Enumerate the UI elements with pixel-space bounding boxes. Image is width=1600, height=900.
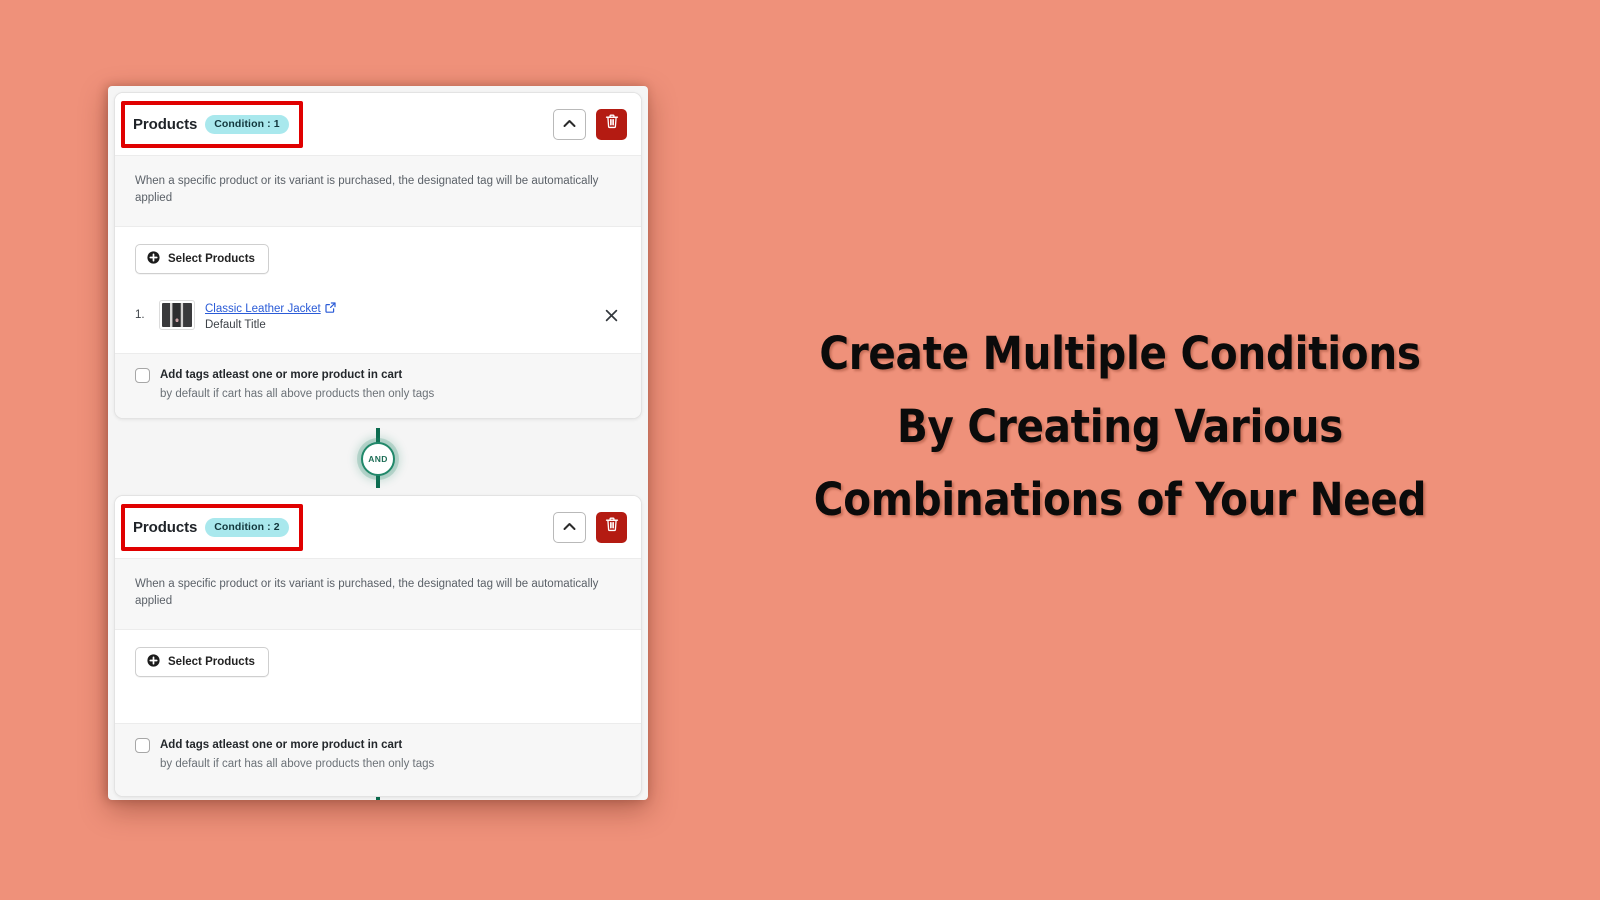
condition-2-footer: Add tags atleast one or more product in … [115,722,641,796]
condition-1-checkbox-row: Add tags atleast one or more product in … [135,367,621,383]
external-link-icon[interactable] [325,300,336,318]
and-connector-label: AND [368,454,388,464]
condition-1-badge: Condition : 1 [205,114,289,134]
promo-headline-line-1: Create Multiple Conditions [819,327,1421,380]
product-index: 1. [135,309,145,322]
product-info: Classic Leather Jacket Default Title [205,300,336,331]
plus-circle-icon [147,251,160,267]
product-thumbnail-image [162,303,192,328]
condition-2-addtags-label: Add tags atleast one or more product in … [160,739,403,752]
product-variant: Default Title [205,318,266,331]
condition-2-header: Products Condition : 2 [115,496,641,558]
plus-circle-icon [147,654,160,670]
trash-icon [605,517,619,537]
condition-card-1: Products Condition : 1 When a specific p… [114,92,642,419]
condition-2-delete-button[interactable] [596,511,627,543]
product-name-link[interactable]: Classic Leather Jacket [205,303,321,315]
condition-1-addtags-sublabel: by default if cart has all above product… [160,387,435,400]
and-connector-badge[interactable]: AND [361,442,395,476]
condition-1-select-products-label: Select Products [168,252,255,265]
condition-1-footer: Add tags atleast one or more product in … [115,352,641,418]
condition-1-title-group: Products Condition : 1 [121,100,303,148]
product-row: 1. Classic Leather Jacket Default Title [135,294,621,339]
close-icon [605,309,617,322]
condition-2-title-group: Products Condition : 2 [121,503,303,551]
promo-headline-line-3: Combinations of Your Need [813,472,1427,526]
condition-1-select-section: Select Products [115,226,641,290]
condition-card-2: Products Condition : 2 When a specific p… [114,495,642,797]
condition-2-title: Products [133,518,198,536]
condition-1-collapse-button[interactable] [553,108,586,140]
chevron-up-icon [563,115,576,133]
condition-1-title: Products [133,115,198,133]
product-remove-button[interactable] [601,305,621,325]
promo-headline-line-2: By Creating Various [897,399,1343,453]
product-thumbnail [159,300,195,331]
condition-2-addtags-checkbox[interactable] [135,737,150,753]
condition-2-select-products-button[interactable]: Select Products [135,646,269,677]
promo-headline: Create Multiple Conditions By Creating V… [760,318,1480,537]
condition-1-addtags-label: Add tags atleast one or more product in … [160,369,403,382]
app-screenshot-panel: Products Condition : 1 When a specific p… [108,86,648,800]
chevron-up-icon [563,518,576,536]
condition-2-select-products-label: Select Products [168,655,255,668]
condition-1-addtags-checkbox[interactable] [135,367,150,383]
condition-2-select-section: Select Products [115,629,641,723]
condition-1-description-section: When a specific product or its variant i… [115,155,641,227]
condition-1-description: When a specific product or its variant i… [135,175,599,205]
condition-2-collapse-button[interactable] [553,511,586,543]
trash-icon [605,114,619,134]
condition-1-actions [553,108,627,140]
condition-1-products-list: 1. Classic Leather Jacket Default Title [115,289,641,353]
condition-2-description-section: When a specific product or its variant i… [115,558,641,630]
condition-2-addtags-sublabel: by default if cart has all above product… [160,757,435,770]
condition-1-select-products-button[interactable]: Select Products [135,243,269,274]
condition-2-checkbox-row: Add tags atleast one or more product in … [135,737,621,753]
condition-1-delete-button[interactable] [596,108,627,140]
condition-2-actions [553,511,627,543]
product-link-wrap: Classic Leather Jacket [205,300,336,318]
condition-2-badge: Condition : 2 [205,517,289,537]
condition-1-header: Products Condition : 1 [115,93,641,155]
condition-2-description: When a specific product or its variant i… [135,578,599,608]
